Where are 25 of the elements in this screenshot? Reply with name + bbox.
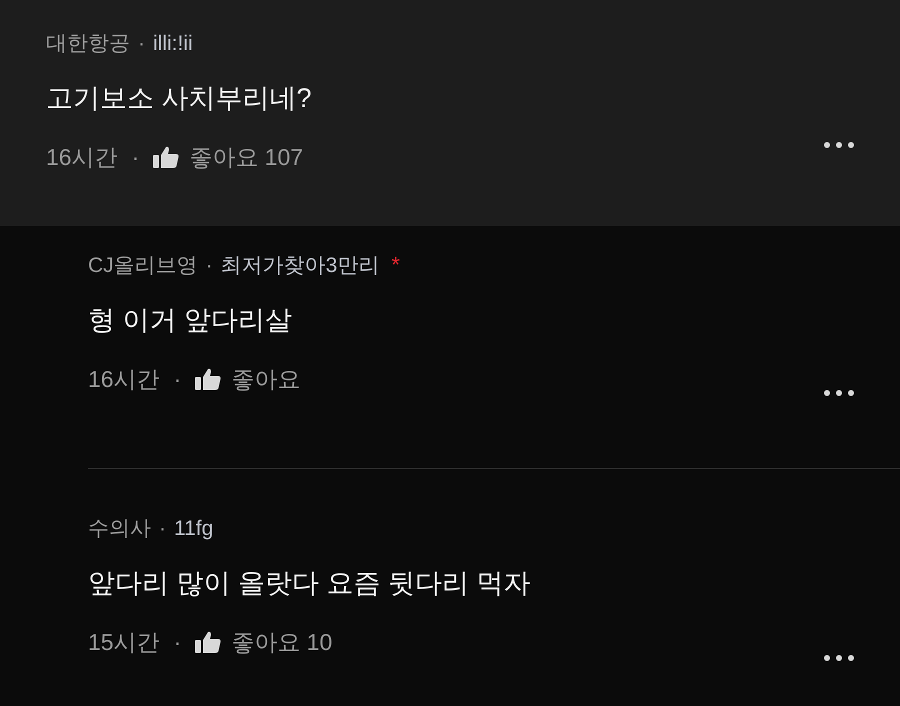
timestamp: 16시간 xyxy=(88,365,160,394)
company-name: 수의사 xyxy=(88,516,151,542)
nickname[interactable]: 11fg xyxy=(174,513,214,544)
author-mark: * xyxy=(391,251,400,279)
like-button[interactable]: 좋아요 xyxy=(195,362,300,396)
thumbs-up-icon xyxy=(195,368,222,390)
comment-text: 고기보소 사치부리네? xyxy=(46,82,313,114)
like-button[interactable]: 좋아요 107 xyxy=(153,140,304,174)
timestamp: 15시간 xyxy=(88,628,160,657)
separator-dot: · xyxy=(174,628,182,657)
separator-dot: · xyxy=(132,143,140,172)
like-button[interactable]: 좋아요 10 xyxy=(195,625,332,660)
separator-dot: · xyxy=(206,253,213,279)
nickname[interactable]: illi:!ii xyxy=(153,28,193,60)
thumbs-up-icon xyxy=(195,631,222,654)
timestamp: 16시간 xyxy=(46,143,118,172)
nickname[interactable]: 최저가찾아3만리 xyxy=(220,250,380,282)
separator-dot: · xyxy=(138,31,145,57)
comment-text: 앞다리 많이 올랏다 요즘 뒷다리 먹자 xyxy=(88,566,532,600)
company-name: 대한항공 xyxy=(46,31,130,57)
thumbs-up-icon xyxy=(153,146,180,168)
separator-dot: · xyxy=(159,516,166,542)
company-name: CJ올리브영 xyxy=(88,253,198,279)
separator-dot: · xyxy=(174,365,182,394)
comment-text: 형 이거 앞다리살 xyxy=(88,304,294,336)
